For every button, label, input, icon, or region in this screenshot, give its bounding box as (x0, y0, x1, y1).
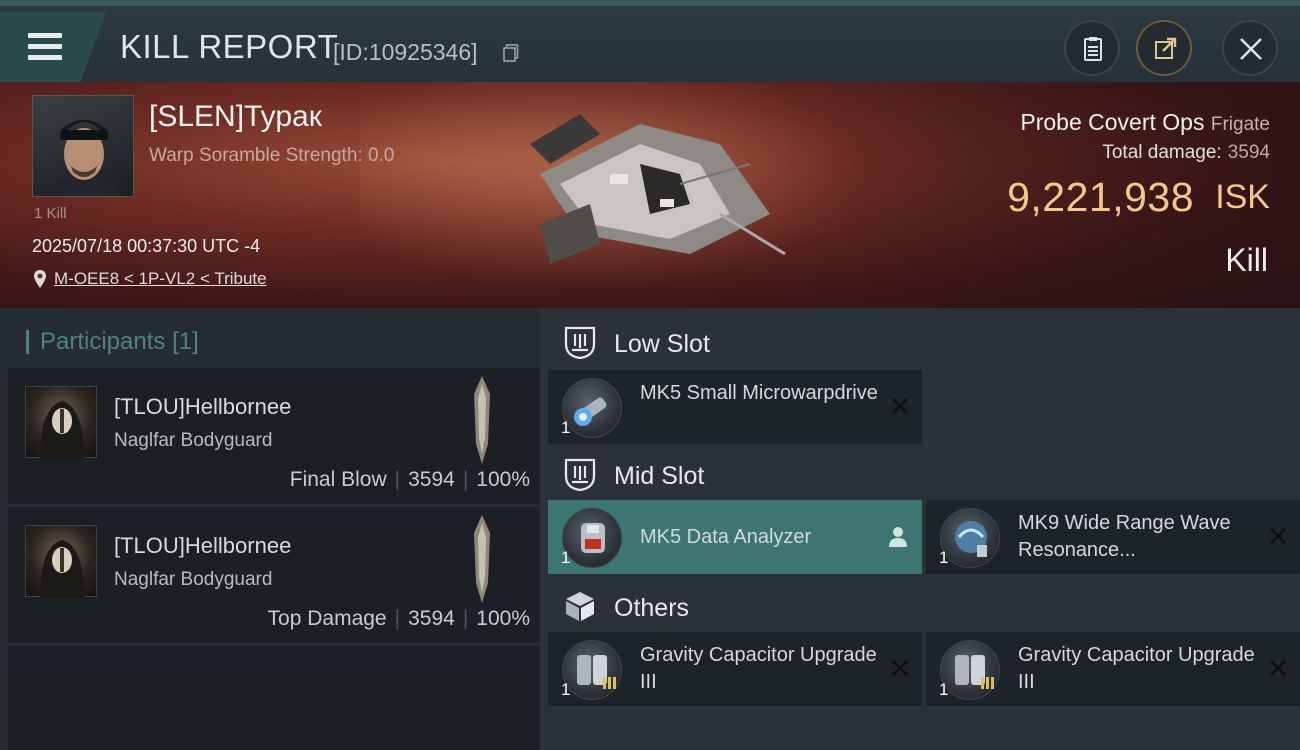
module-item[interactable]: 1 Gravity Capacitor Upgrade III (548, 632, 922, 706)
separator: | (462, 607, 469, 630)
title-accent-bar (26, 330, 29, 354)
participant-tag: Top Damage (267, 607, 387, 630)
total-damage-value: 3594 (1227, 142, 1270, 163)
participant-ship-icon (474, 376, 490, 464)
ship-class: Frigate (1210, 114, 1270, 135)
participant-percent: 100% (476, 607, 530, 630)
kill-location-link[interactable]: M-OEE8 < 1P-VL2 < Tribute (54, 269, 267, 289)
kill-datetime: 2025/07/18 00:37:30 UTC -4 (32, 236, 261, 256)
total-damage: Total damage: 3594 (1102, 142, 1270, 164)
victim-ship-image (530, 114, 786, 264)
isk-value: 9,221,938 (1007, 174, 1194, 220)
module-item[interactable]: 1 MK9 Wide Range Wave Resonance... (926, 500, 1300, 574)
participant-avatar (25, 386, 97, 459)
header-bar: KILL REPORT [ID:10925346] (0, 0, 1300, 88)
mid-slot-header: Mid Slot (548, 444, 1300, 504)
victim-portrait[interactable] (32, 95, 134, 197)
module-quantity: 1 (561, 680, 571, 699)
others-box-icon (566, 592, 594, 621)
participant-percent: 100% (476, 468, 530, 491)
module-quantity: 1 (939, 680, 949, 699)
participant-tag: Final Blow (289, 468, 387, 491)
total-damage-label: Total damage: (1102, 142, 1222, 163)
avatar (47, 120, 121, 196)
capacitor-upgrade-icon (940, 640, 1000, 700)
location-pin-icon (34, 270, 46, 288)
kill-result: Kill (1225, 242, 1268, 278)
mid-slot-icon (564, 458, 596, 492)
module-name: MK5 Data Analyzer (640, 526, 812, 548)
capacitor-upgrade-icon (562, 640, 622, 700)
module-name: MK9 Wide Range Wave Resonance... (1018, 512, 1231, 561)
menu-icon (28, 33, 62, 38)
module-name: Gravity Capacitor Upgrade III (640, 644, 877, 693)
participant-row[interactable]: [TLOU]Hellbornee Naglfar Bodyguard Final… (8, 368, 540, 504)
separator: | (394, 607, 401, 630)
participants-count: [1] (172, 328, 199, 355)
ship-name[interactable]: Probe Covert Ops (1020, 109, 1204, 135)
menu-button[interactable] (0, 12, 106, 88)
remove-icon[interactable] (890, 658, 910, 678)
isk-unit: ISK (1215, 178, 1270, 216)
participant-row-empty (8, 646, 540, 750)
module-quantity: 1 (939, 548, 949, 567)
victim-name[interactable]: [SLEN]Турак (149, 100, 322, 134)
clipboard-button[interactable] (1064, 20, 1120, 76)
participant-name[interactable]: [TLOU]Hellbornee (114, 533, 291, 559)
remove-icon[interactable] (890, 396, 910, 416)
clipboard-icon (1084, 37, 1102, 61)
victim-ship-type: Probe Covert Ops Frigate (1020, 109, 1270, 136)
participant-ship-icon (474, 515, 490, 603)
pilot-icon (889, 527, 907, 547)
share-button[interactable] (1136, 20, 1192, 76)
module-name: MK5 Small Microwarpdrive (640, 382, 878, 404)
menu-icon-bar (28, 44, 62, 49)
module-item[interactable]: 1 Gravity Capacitor Upgrade III (926, 632, 1300, 706)
warp-scramble-strength: Warp Soramble Strength: 0.0 (149, 145, 395, 166)
module-item[interactable]: 1 MK5 Small Microwarpdrive (548, 370, 922, 444)
others-header: Others (548, 576, 1300, 636)
fitting-panel: Low Slot 1 MK5 Small Microwarpdrive Mid … (540, 308, 1300, 750)
separator: | (462, 468, 469, 491)
participant-ship: Naglfar Bodyguard (114, 430, 273, 451)
share-icon (1155, 37, 1177, 59)
low-slot-icon (564, 326, 596, 360)
module-item[interactable]: 1 MK5 Data Analyzer (548, 500, 922, 574)
report-id: [ID:10925346] (333, 39, 478, 65)
copy-icon[interactable] (503, 44, 519, 62)
page-title: KILL REPORT (120, 28, 339, 65)
participants-label: Participants (40, 328, 166, 355)
participant-ship: Naglfar Bodyguard (114, 569, 273, 590)
low-slot-label: Low Slot (614, 330, 710, 358)
separator: | (394, 468, 401, 491)
participants-panel: Participants [1] [TLOU]Hellbornee Naglfa… (0, 308, 540, 750)
participant-damage: 3594 (408, 468, 455, 491)
wave-resonance-icon (940, 508, 1000, 568)
microwarpdrive-icon (562, 378, 622, 438)
close-button[interactable] (1222, 20, 1278, 76)
remove-icon[interactable] (1268, 658, 1288, 678)
module-quantity: 1 (561, 548, 571, 567)
module-quantity: 1 (561, 418, 571, 437)
menu-icon-bar (28, 55, 62, 60)
kill-count: 1 Kill (34, 205, 67, 222)
participant-stats: Top Damage | 3594 | 100% (268, 607, 530, 631)
victim-banner: [SLEN]Турак Warp Soramble Strength: 0.0 … (0, 82, 1300, 308)
participant-avatar (25, 525, 97, 598)
remove-icon[interactable] (1268, 526, 1288, 546)
close-icon (1240, 38, 1262, 60)
others-label: Others (614, 594, 690, 622)
module-name: Gravity Capacitor Upgrade III (1018, 644, 1255, 693)
participant-stats: Final Blow | 3594 | 100% (290, 468, 530, 492)
data-analyzer-icon (562, 508, 622, 568)
participant-damage: 3594 (408, 607, 455, 630)
low-slot-header: Low Slot (548, 312, 1300, 372)
participants-title: Participants [1] (26, 328, 199, 356)
mid-slot-label: Mid Slot (614, 462, 705, 490)
participant-name[interactable]: [TLOU]Hellbornee (114, 394, 291, 420)
participant-row[interactable]: [TLOU]Hellbornee Naglfar Bodyguard Top D… (8, 507, 540, 643)
